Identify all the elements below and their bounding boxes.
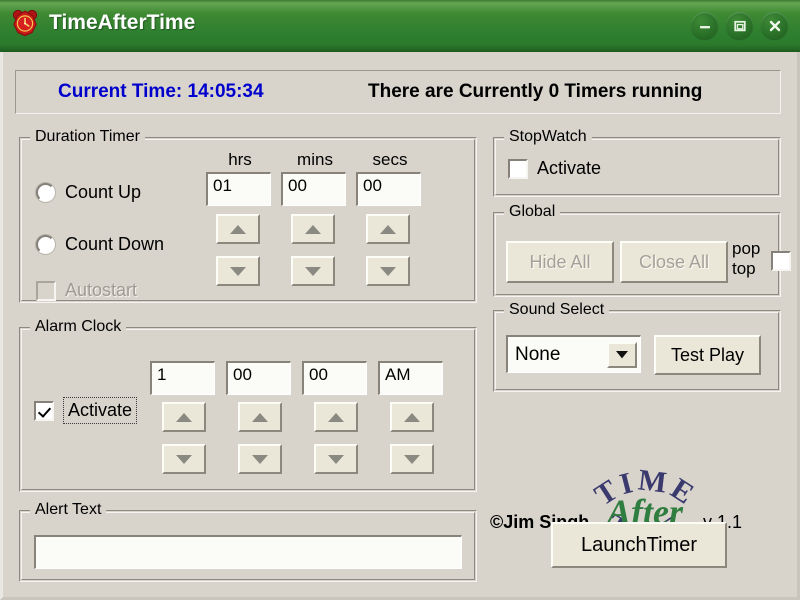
autostart-checkbox: Autostart [36,280,137,301]
alert-text-input[interactable] [34,535,462,569]
restore-icon[interactable] [726,12,753,39]
count-down-label: Count Down [65,234,165,254]
duration-secs-input[interactable]: 00 [356,172,421,206]
duration-timer-group: Duration Timer hrs mins secs 01 00 00 Co… [19,128,477,303]
top-label: top [732,259,756,278]
alarm-activate-label: Activate [63,397,138,424]
duration-hrs-stepper[interactable] [216,214,260,286]
alarm-clock-group: Alarm Clock Activate 1 00 00 AM [19,318,477,492]
stopwatch-title: StopWatch [504,128,592,146]
sound-select-title: Sound Select [504,301,610,319]
stopwatch-activate-checkbox[interactable]: Activate [508,158,601,179]
alarm-second-input[interactable]: 00 [302,361,367,395]
alarm-clock-title: Alarm Clock [30,318,127,336]
status-bar: Current Time: 14:05:34 There are Current… [15,70,781,114]
alert-text-title: Alert Text [30,501,107,519]
minimize-icon[interactable] [691,12,718,39]
alarm-meridiem-stepper-down[interactable] [390,444,434,474]
count-up-radio[interactable]: Count Up [36,182,141,203]
alarm-clock-icon [10,8,40,38]
alarm-activate-checkbox-indicator[interactable] [34,400,54,421]
alarm-meridiem-input[interactable]: AM [378,361,443,395]
alarm-activate-checkbox[interactable]: Activate [34,397,138,424]
stopwatch-activate-label: Activate [537,158,602,178]
client-area: Current Time: 14:05:34 There are Current… [0,52,800,600]
alarm-hour-stepper[interactable] [162,402,206,474]
close-all-button[interactable]: Close All [620,241,728,283]
window-title: TimeAfterTime [49,11,196,34]
duration-header-hrs: hrs [228,150,252,169]
pop-top-checkbox[interactable] [771,251,791,271]
timers-running-label: There are Currently 0 Timers running [368,81,703,102]
duration-mins-input[interactable]: 00 [281,172,346,206]
count-down-radio-indicator[interactable] [36,235,55,254]
close-icon[interactable] [761,12,788,39]
duration-mins-stepper-down[interactable] [291,256,335,286]
autostart-checkbox-indicator [36,280,56,301]
alarm-second-stepper-down[interactable] [314,444,358,474]
alarm-minute-input[interactable]: 00 [226,361,291,395]
alarm-second-stepper[interactable] [314,402,358,474]
title-bar: TimeAfterTime [0,0,800,52]
test-play-button[interactable]: Test Play [654,335,761,375]
duration-secs-stepper[interactable] [366,214,410,286]
stopwatch-activate-checkbox-indicator[interactable] [508,158,528,179]
duration-mins-stepper-up[interactable] [291,214,335,244]
sound-select-dropdown[interactable]: None [506,335,641,373]
count-up-label: Count Up [65,182,142,202]
alarm-hour-stepper-down[interactable] [162,444,206,474]
alarm-meridiem-stepper[interactable] [390,402,434,474]
alarm-minute-stepper[interactable] [238,402,282,474]
hide-all-button[interactable]: Hide All [506,241,614,283]
pop-label: pop [732,239,761,258]
alarm-hour-input[interactable]: 1 [150,361,215,395]
duration-timer-title: Duration Timer [30,128,145,146]
alarm-minute-stepper-down[interactable] [238,444,282,474]
duration-hrs-input[interactable]: 01 [206,172,271,206]
autostart-label: Autostart [65,280,138,300]
window-controls [691,12,788,39]
duration-secs-stepper-up[interactable] [366,214,410,244]
alarm-second-stepper-up[interactable] [314,402,358,432]
duration-secs-stepper-down[interactable] [366,256,410,286]
global-title: Global [504,203,561,221]
alarm-minute-stepper-up[interactable] [238,402,282,432]
alarm-hour-stepper-up[interactable] [162,402,206,432]
launch-timer-button[interactable]: LaunchTimer [551,522,727,568]
duration-header-mins: mins [297,150,333,169]
stopwatch-group: StopWatch Activate [493,128,781,197]
alert-text-group: Alert Text [19,501,477,582]
count-down-radio[interactable]: Count Down [36,234,164,255]
alarm-meridiem-stepper-up[interactable] [390,402,434,432]
application-window: TimeAfterTime Current Time: 14:05:34 The… [0,0,800,600]
title-bar-left: TimeAfterTime [10,8,195,38]
chevron-down-icon[interactable] [607,341,637,368]
duration-hrs-stepper-up[interactable] [216,214,260,244]
duration-mins-stepper[interactable] [291,214,335,286]
current-time-label: Current Time: 14:05:34 [58,81,264,102]
duration-header-secs: secs [372,150,408,169]
global-group: Global Hide All Close All pop top [493,203,791,297]
count-up-radio-indicator[interactable] [36,183,55,202]
sound-select-group: Sound Select None Test Play [493,301,781,392]
duration-hrs-stepper-down[interactable] [216,256,260,286]
sound-select-value: None [515,343,561,365]
